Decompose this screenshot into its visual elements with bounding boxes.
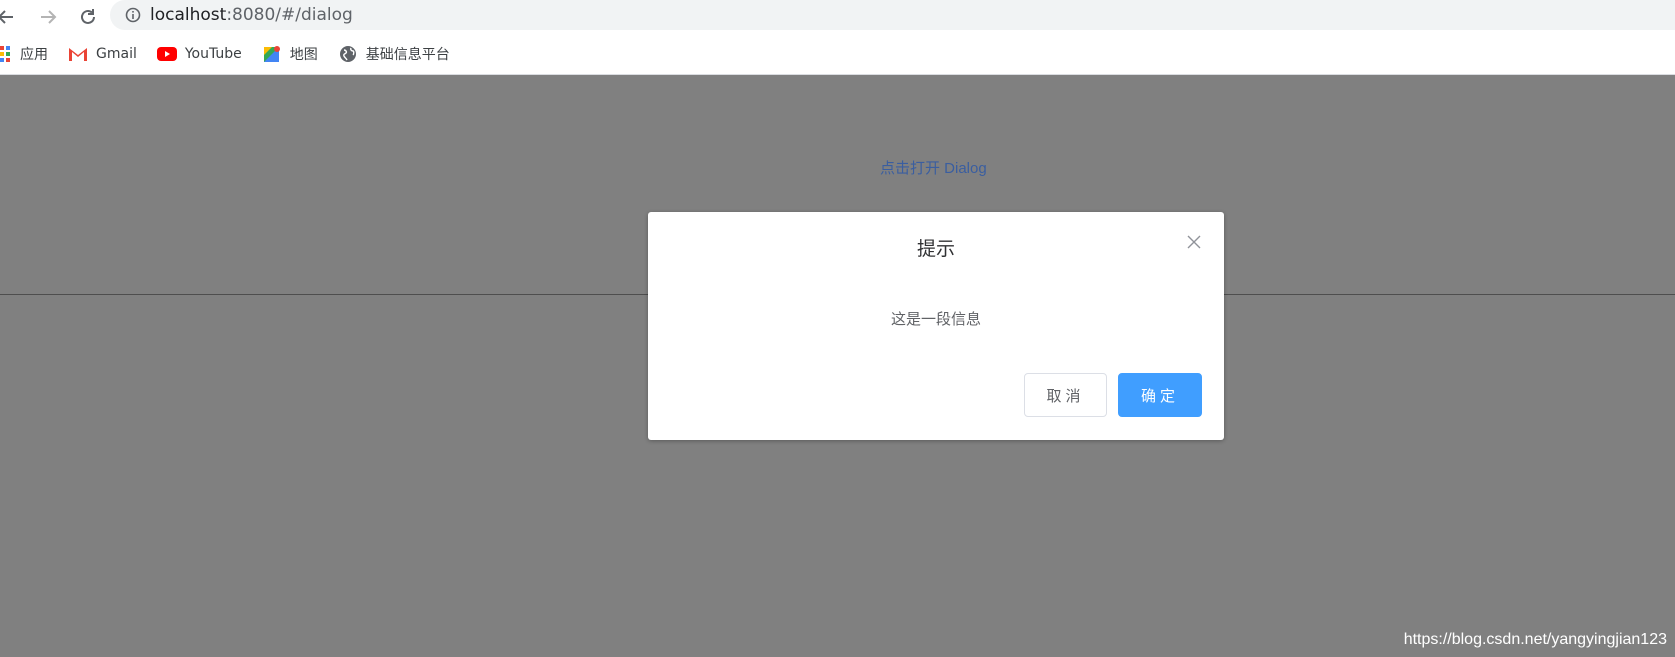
bookmark-maps[interactable]: 地图 [262,44,318,64]
youtube-icon [156,44,177,64]
open-dialog-link[interactable]: 点击打开 Dialog [880,157,987,178]
bookmark-apps[interactable]: 应用 [0,44,48,64]
bookmark-label: 地图 [289,46,318,63]
url-path: :8080/#/dialog [226,5,353,25]
bookmark-label: YouTube [184,45,242,62]
url-text: localhost:8080/#/dialog [150,5,353,25]
apps-grid-icon [0,44,12,64]
browser-toolbar: localhost:8080/#/dialog [0,0,1675,33]
confirm-button[interactable]: 确定 [1118,373,1202,417]
globe-icon [338,44,358,64]
dialog-title: 提示 [916,238,955,260]
bookmark-platform[interactable]: 基础信息平台 [338,44,450,64]
reload-icon [81,8,95,24]
arrow-left-icon [0,9,13,24]
bookmark-label: 基础信息平台 [365,46,450,63]
dialog-message: 这是一段信息 [890,310,981,328]
bookmark-youtube[interactable]: YouTube [156,44,242,64]
dialog-close-button[interactable] [1184,232,1204,252]
gmail-icon [68,44,88,64]
cancel-button[interactable]: 取消 [1024,373,1107,417]
forward-button[interactable] [30,2,66,32]
info-icon[interactable] [116,7,150,23]
back-button[interactable] [0,2,18,32]
address-bar[interactable]: localhost:8080/#/dialog [110,0,1675,30]
bookmark-label: Gmail [96,45,137,62]
bookmarks-bar: 应用 Gmail YouTube 地图 基础信息平台 [0,33,1675,75]
close-icon [1187,235,1201,249]
watermark: https://blog.csdn.net/yangyingjian123 [1403,631,1667,648]
maps-icon [262,44,282,64]
reload-button[interactable] [70,2,106,32]
url-host: localhost [150,5,227,25]
dialog: 提示 这是一段信息 取消 确定 [648,212,1224,440]
bookmark-label: 应用 [20,46,48,63]
bookmark-gmail[interactable]: Gmail [68,44,137,64]
arrow-right-icon [41,9,57,24]
